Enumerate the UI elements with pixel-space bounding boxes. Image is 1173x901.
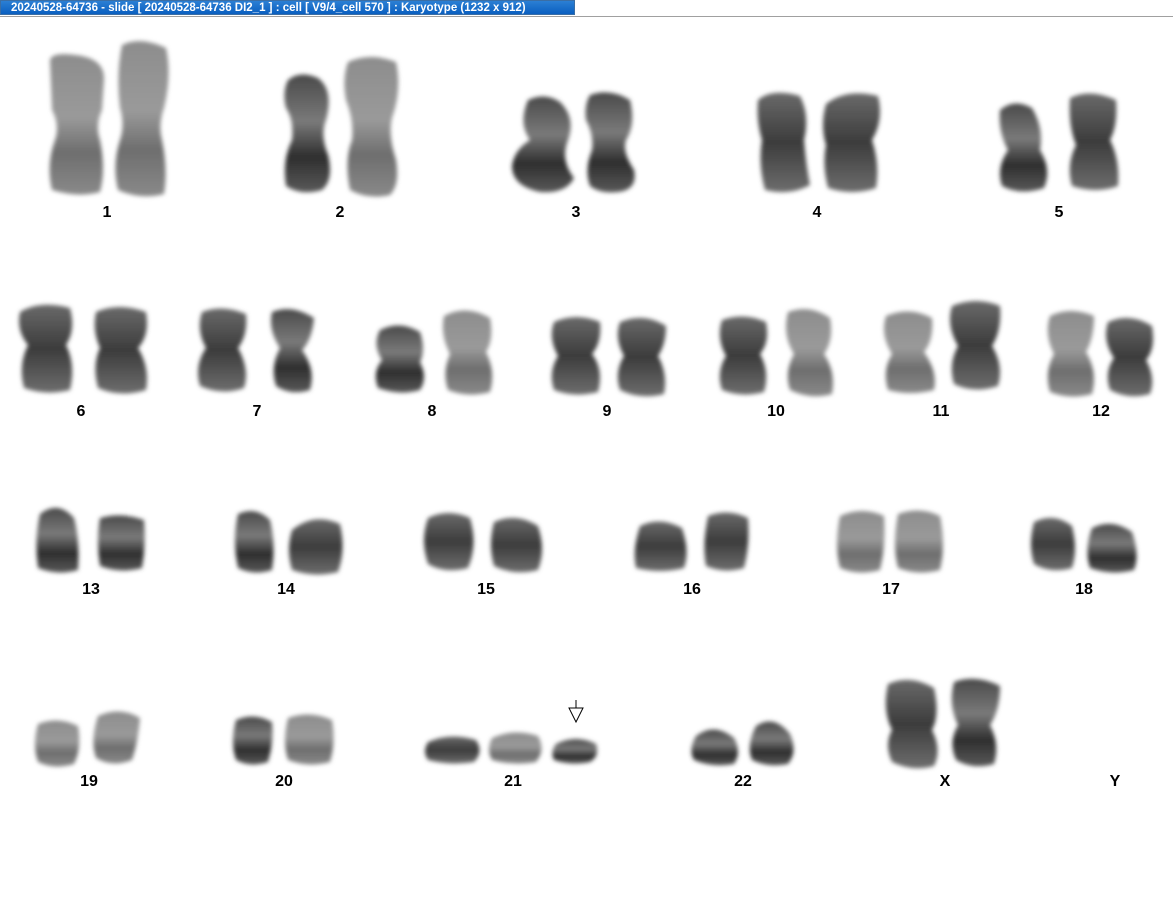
chromosome-label-22: 22 xyxy=(734,773,752,790)
chromosome-label-y: Y xyxy=(1110,773,1121,790)
chromosome-label-5: 5 xyxy=(1055,204,1064,221)
chromosome-pair-17[interactable] xyxy=(837,510,943,573)
karyotype-image: 1 2 3 4 5 6 7 8 9 10 11 12 13 14 15 16 1… xyxy=(19,41,1154,790)
chromosome-pair-8[interactable] xyxy=(375,310,493,395)
chromosome-label-18: 18 xyxy=(1075,581,1093,598)
chromosome-pair-9[interactable] xyxy=(551,317,666,397)
chromosome-pair-6[interactable] xyxy=(19,304,147,394)
chromosome-label-15: 15 xyxy=(477,581,495,598)
chromosome-label-2: 2 xyxy=(336,204,345,221)
chromosome-label-11: 11 xyxy=(933,403,950,420)
chromosome-label-21: 21 xyxy=(504,773,522,790)
chromosome-label-13: 13 xyxy=(82,581,100,598)
arrow-down-outline-icon xyxy=(568,700,584,724)
chromosome-label-17: 17 xyxy=(882,581,900,598)
chromosome-label-4: 4 xyxy=(813,204,822,221)
chromosome-pair-4[interactable] xyxy=(757,92,881,193)
chromosome-pair-12[interactable] xyxy=(1047,311,1154,397)
chromosome-label-19: 19 xyxy=(80,773,98,790)
chromosome-pair-22[interactable] xyxy=(691,721,794,766)
chromosome-group-21[interactable] xyxy=(425,732,598,764)
chromosome-label-14: 14 xyxy=(277,581,295,598)
chromosome-pair-1[interactable] xyxy=(49,41,169,197)
chromosome-label-8: 8 xyxy=(428,403,437,420)
chromosome-label-9: 9 xyxy=(603,403,612,420)
chromosome-pair-2[interactable] xyxy=(284,57,399,197)
chromosome-pair-20[interactable] xyxy=(233,714,334,765)
chromosome-pair-10[interactable] xyxy=(719,309,833,397)
chromosome-label-10: 10 xyxy=(767,403,785,420)
chromosome-label-7: 7 xyxy=(253,403,262,420)
chromosome-pair-7[interactable] xyxy=(198,308,314,393)
chromosome-pair-5[interactable] xyxy=(999,93,1119,192)
chromosome-label-12: 12 xyxy=(1092,403,1110,420)
chromosome-label-20: 20 xyxy=(275,773,293,790)
chromosome-pair-14[interactable] xyxy=(235,511,343,575)
chromosome-label-16: 16 xyxy=(683,581,701,598)
chromosome-label-3: 3 xyxy=(572,204,581,221)
chromosome-pair-x[interactable] xyxy=(885,678,1000,769)
chromosome-label-1: 1 xyxy=(103,204,112,221)
chromosome-pair-16[interactable] xyxy=(634,512,749,571)
chromosome-pair-15[interactable] xyxy=(424,513,542,573)
chromosome-pair-3[interactable] xyxy=(512,92,635,193)
chromosome-pair-11[interactable] xyxy=(884,301,1001,393)
chromosome-label-6: 6 xyxy=(77,403,86,420)
chromosome-pair-18[interactable] xyxy=(1031,517,1137,573)
chromosome-pair-19[interactable] xyxy=(35,711,140,767)
chromosome-label-x: X xyxy=(940,773,951,790)
chromosome-pair-13[interactable] xyxy=(36,507,145,573)
